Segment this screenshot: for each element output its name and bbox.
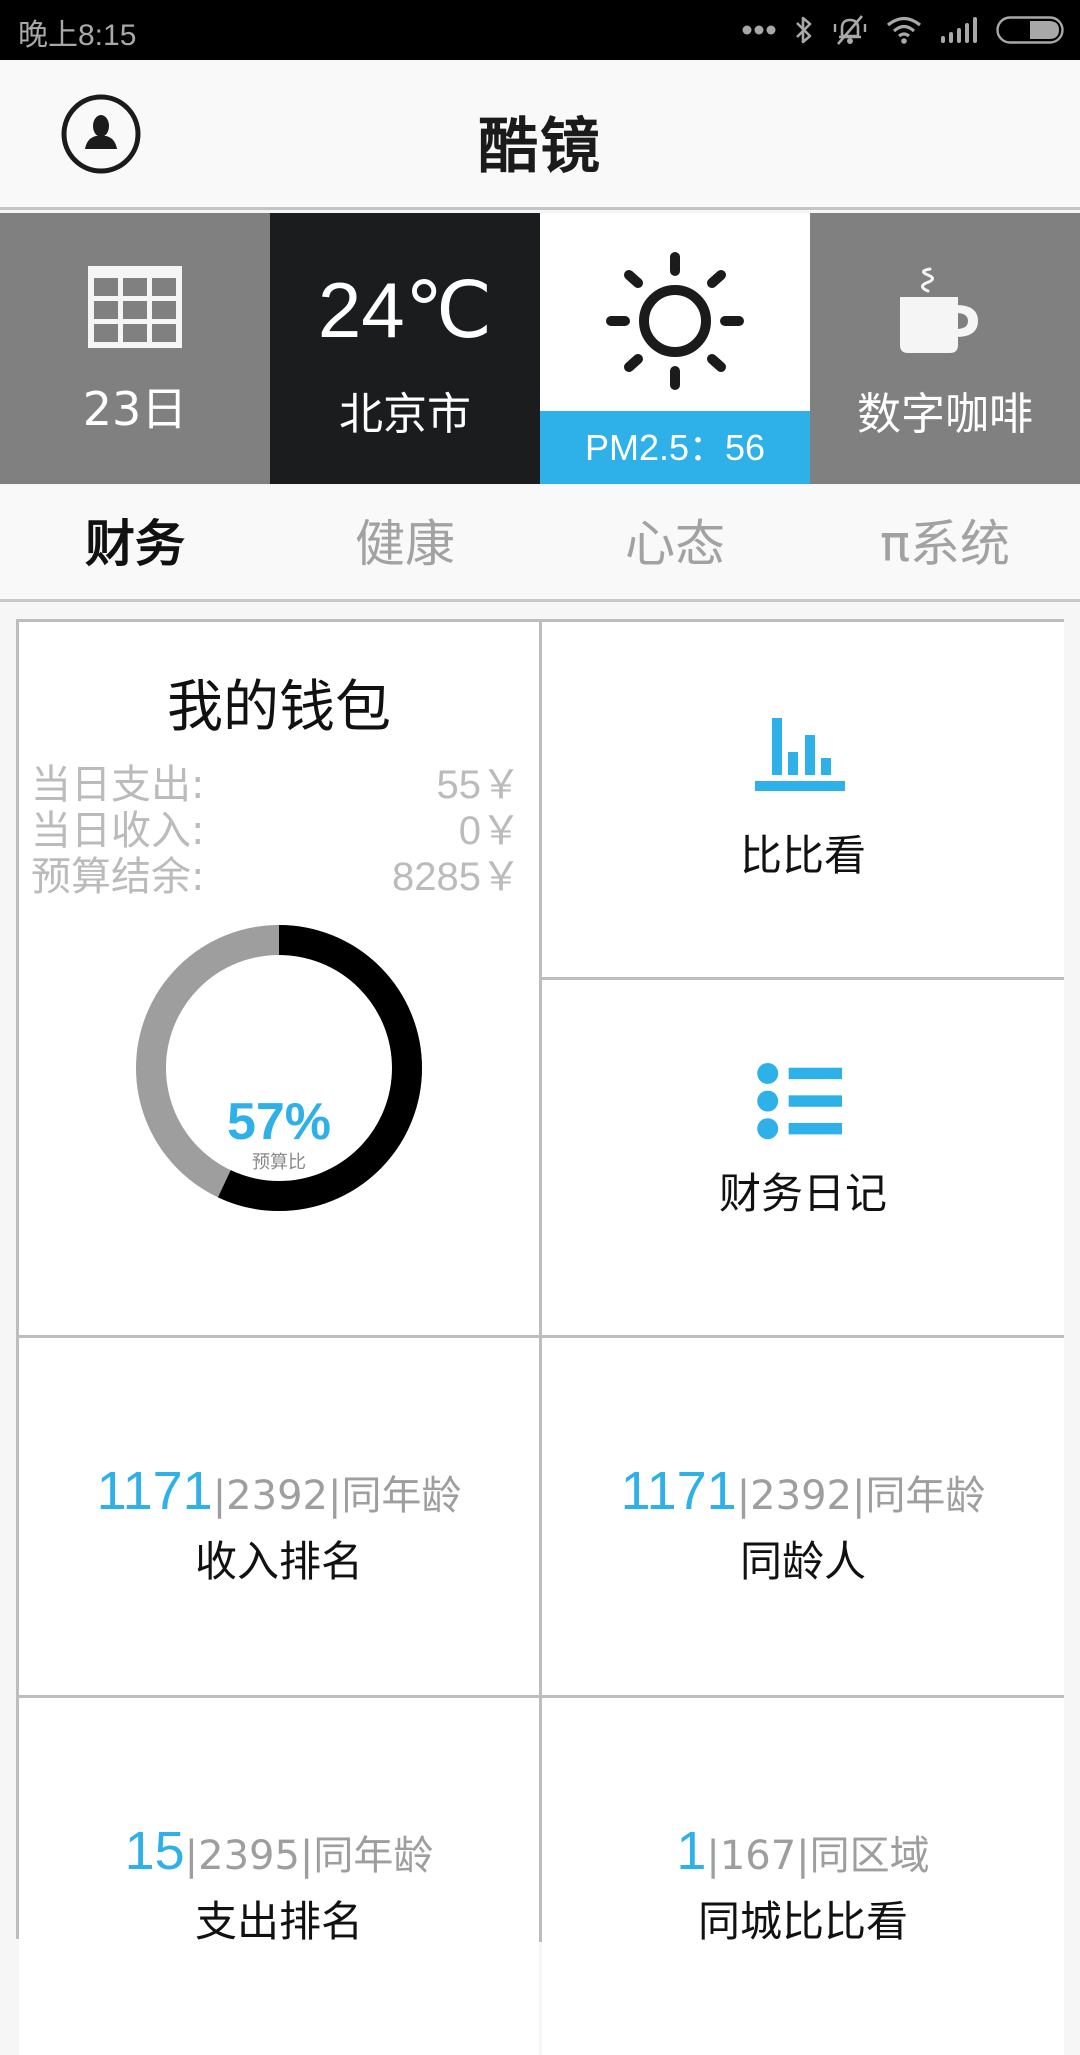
wallet-row-income: 当日收入: 0￥ xyxy=(31,798,521,854)
same-city-stat: 1|167|同区域 xyxy=(542,1820,1064,1882)
rank-value: 1171 xyxy=(620,1461,737,1521)
app-title: 酷镜 xyxy=(478,112,602,182)
silent-bell-icon xyxy=(833,15,867,45)
rank-total: |2392|同年龄 xyxy=(736,1473,986,1519)
same-city-compare-card[interactable]: 1|167|同区域 同城比比看 xyxy=(542,1698,1064,2055)
expense-rank-card[interactable]: 15|2395|同年龄 支出排名 xyxy=(19,1698,539,2055)
peers-label: 同龄人 xyxy=(739,1537,866,1586)
tab-health[interactable]: 健康 xyxy=(270,486,540,599)
calendar-icon xyxy=(88,266,182,348)
coffee-label: 数字咖啡 xyxy=(857,389,1033,440)
peers-card[interactable]: 1171|2392|同年龄 同龄人 xyxy=(542,1338,1064,1695)
compare-label: 比比看 xyxy=(739,831,866,880)
category-tabs: 财务 健康 心态 π系统 xyxy=(0,486,1080,602)
compare-card[interactable]: 比比看 xyxy=(542,622,1064,977)
wifi-icon xyxy=(886,16,922,44)
wallet-row-value: 8285￥ xyxy=(392,855,521,899)
tab-finance[interactable]: 财务 xyxy=(0,486,270,599)
rank-value: 1 xyxy=(676,1821,707,1881)
finance-diary-label: 财务日记 xyxy=(718,1169,887,1218)
budget-percent: 57% xyxy=(226,1093,332,1151)
more-dots-icon xyxy=(742,25,776,35)
city-label: 北京市 xyxy=(339,389,471,440)
bluetooth-icon xyxy=(796,16,812,44)
coffee-tile[interactable]: 数字咖啡 xyxy=(810,213,1080,484)
info-tiles: 23日 24℃ 北京市 PM2.5：56 数字咖啡 xyxy=(0,213,1080,484)
status-bar: 晚上8:15 xyxy=(0,0,1080,60)
expense-rank-stat: 15|2395|同年龄 xyxy=(19,1820,539,1882)
wallet-row-value: 0￥ xyxy=(458,809,521,853)
pm25-label: PM2.5：56 xyxy=(540,411,810,484)
rank-total: |2395|同年龄 xyxy=(184,1833,434,1879)
income-rank-label: 收入排名 xyxy=(194,1537,363,1586)
wallet-row-label: 预算结余: xyxy=(31,854,205,900)
battery-icon xyxy=(996,16,1064,44)
tab-pi-system[interactable]: π系统 xyxy=(810,486,1080,599)
date-label: 23日 xyxy=(82,382,188,436)
wallet-row-label: 当日收入: xyxy=(31,808,205,854)
wallet-row-label: 当日支出: xyxy=(31,762,205,808)
date-tile[interactable]: 23日 xyxy=(0,213,270,484)
status-time: 晚上8:15 xyxy=(18,19,137,52)
income-rank-card[interactable]: 1171|2392|同年龄 收入排名 xyxy=(19,1338,539,1695)
bar-chart-icon xyxy=(755,718,845,791)
rank-total: |2392|同年龄 xyxy=(212,1473,462,1519)
peers-stat: 1171|2392|同年龄 xyxy=(542,1460,1064,1522)
wallet-row-value: 55￥ xyxy=(436,763,522,807)
signal-icon xyxy=(941,17,977,43)
app-header: 酷镜 xyxy=(0,60,1080,210)
sun-icon xyxy=(606,252,744,390)
coffee-cup-icon xyxy=(900,267,978,353)
tab-mindset[interactable]: 心态 xyxy=(540,486,810,599)
wallet-row-budget-remaining: 预算结余: 8285￥ xyxy=(31,844,521,900)
wallet-card[interactable]: 我的钱包 当日支出: 55￥ 当日收入: 0￥ 预算结余: 8285￥ 57% … xyxy=(19,622,539,1335)
finance-diary-card[interactable]: 财务日记 xyxy=(542,980,1064,1335)
grid-divider xyxy=(539,622,542,1942)
finance-grid: 我的钱包 当日支出: 55￥ 当日收入: 0￥ 预算结余: 8285￥ 57% … xyxy=(16,619,1064,2055)
rank-value: 15 xyxy=(124,1821,185,1881)
weather-tile[interactable]: 24℃ 北京市 xyxy=(270,213,540,484)
status-icons xyxy=(742,12,1064,48)
rank-total: |167|同区域 xyxy=(706,1833,930,1879)
rank-value: 1171 xyxy=(96,1461,213,1521)
expense-rank-label: 支出排名 xyxy=(194,1897,363,1946)
list-icon xyxy=(757,1062,842,1140)
same-city-label: 同城比比看 xyxy=(697,1897,908,1946)
air-quality-tile[interactable]: PM2.5：56 xyxy=(540,213,810,484)
income-rank-stat: 1171|2392|同年龄 xyxy=(19,1460,539,1522)
wallet-title: 我的钱包 xyxy=(167,675,391,740)
wallet-row-expense: 当日支出: 55￥ xyxy=(31,752,522,808)
temperature-value: 24℃ xyxy=(317,266,493,354)
budget-percent-label: 预算比 xyxy=(252,1152,306,1173)
